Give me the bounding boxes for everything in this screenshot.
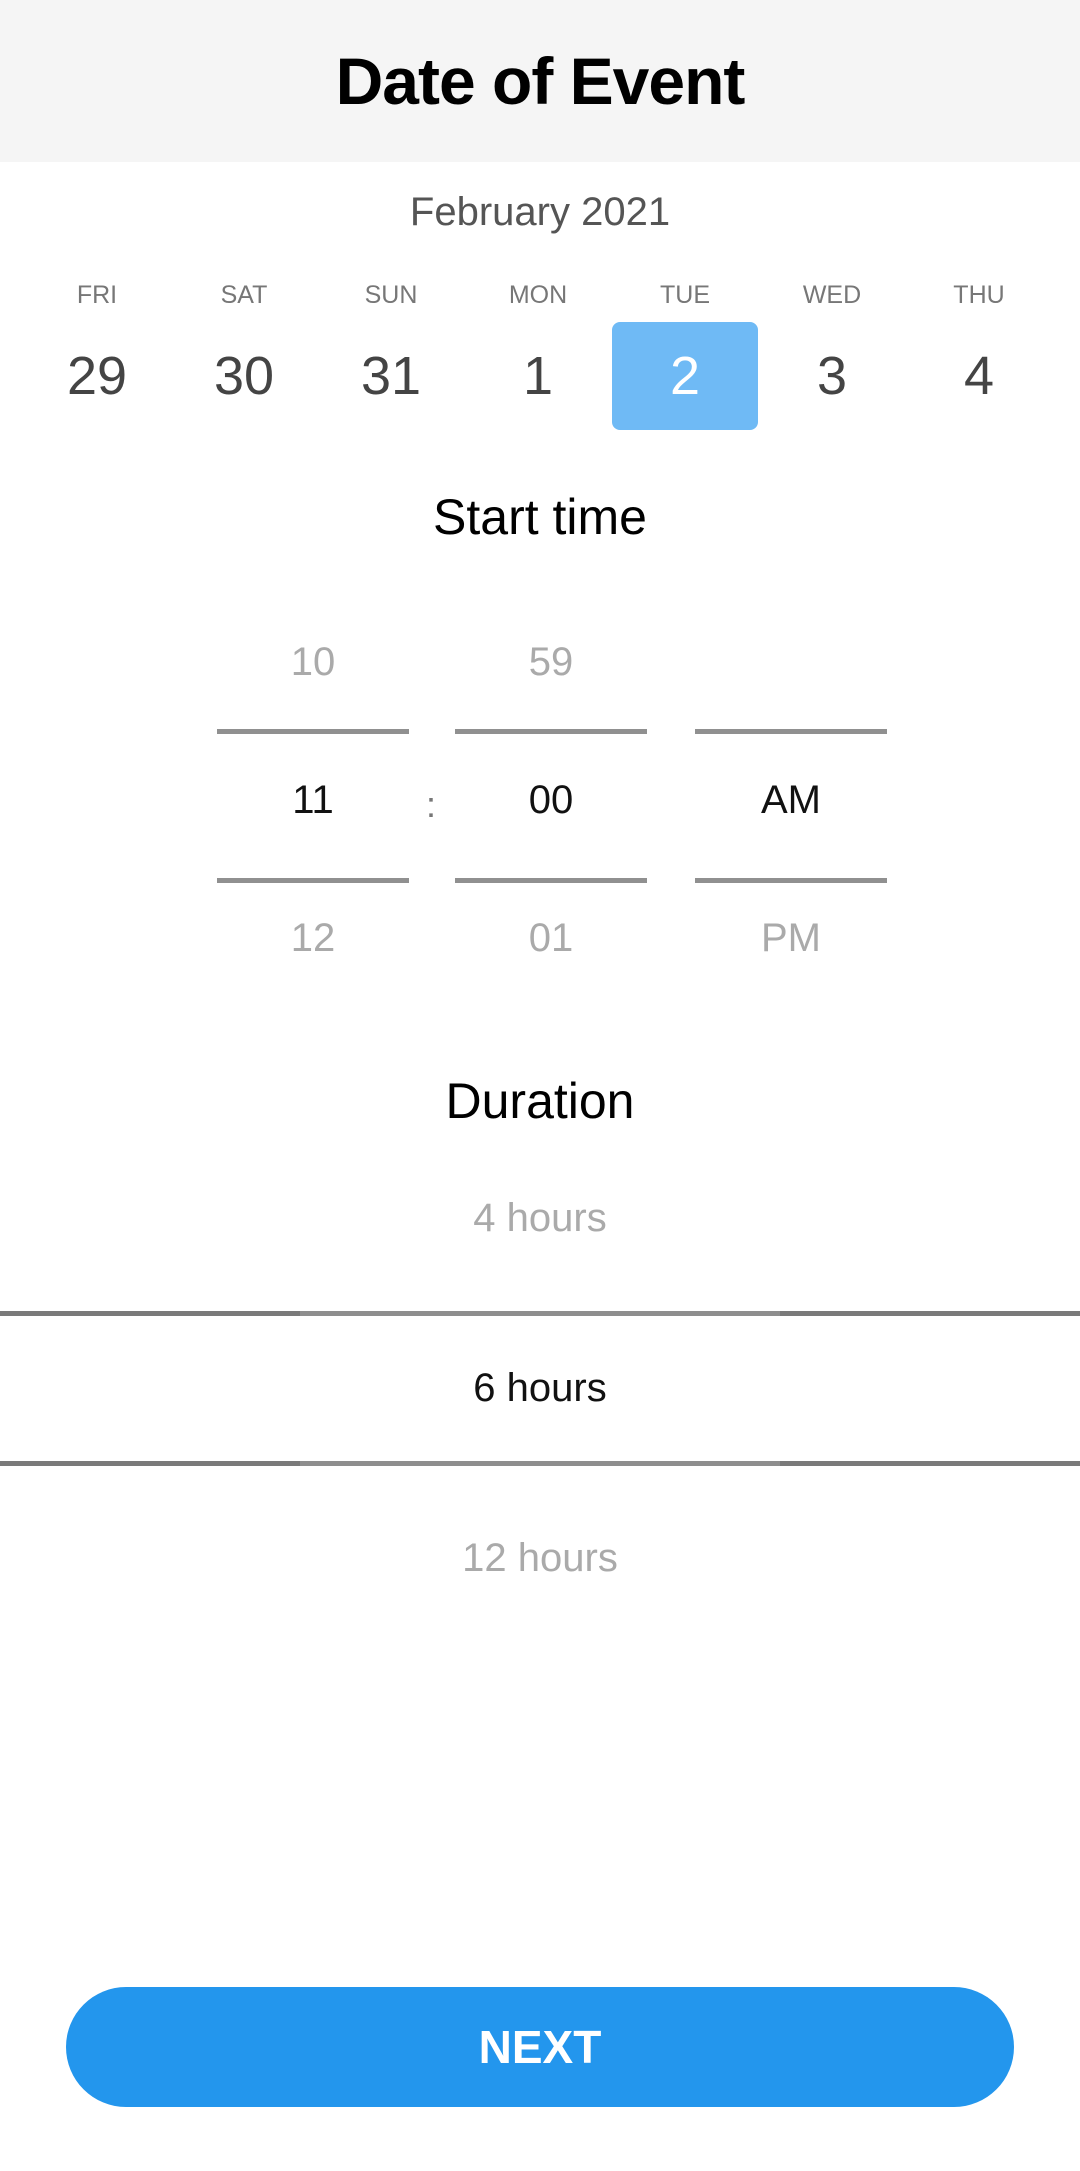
duration-prev[interactable]: 4 hours (0, 1196, 1080, 1241)
day-fri-29[interactable]: FRI 29 (24, 280, 170, 440)
duration-current[interactable]: 6 hours (0, 1366, 1080, 1411)
next-button[interactable]: NEXT (66, 1987, 1014, 2107)
month-label: February 2021 (409, 190, 671, 234)
day-sat-30[interactable]: SAT 30 (171, 280, 317, 440)
minute-picker[interactable]: 59 00 01 (455, 640, 647, 980)
duration-divider-top (0, 1311, 1080, 1316)
day-of-week: SUN (364, 281, 418, 309)
minute-divider-bottom (455, 878, 647, 883)
hour-next[interactable]: 12 (217, 916, 409, 961)
day-number: 1 (522, 346, 554, 406)
hour-picker[interactable]: 10 11 12 (217, 640, 409, 980)
minute-divider-top (455, 729, 647, 734)
duration-title: Duration (445, 1073, 635, 1129)
minute-next[interactable]: 01 (455, 916, 647, 961)
day-of-week: MON (508, 281, 568, 309)
time-separator: : (426, 784, 437, 825)
period-divider-bottom (695, 878, 887, 883)
hour-prev[interactable]: 10 (217, 640, 409, 685)
day-tue-2-selected[interactable]: TUE 2 (612, 280, 758, 440)
day-wed-3[interactable]: WED 3 (759, 280, 905, 440)
day-of-week: SAT (220, 281, 268, 309)
minute-prev[interactable]: 59 (455, 640, 647, 685)
day-number: 30 (213, 346, 275, 406)
day-thu-4[interactable]: THU 4 (906, 280, 1052, 440)
duration-next[interactable]: 12 hours (0, 1536, 1080, 1581)
duration-divider-bottom (0, 1461, 1080, 1466)
day-of-week: WED (802, 281, 862, 309)
day-number: 3 (816, 346, 848, 406)
page-title: Date of Event (335, 44, 746, 118)
day-of-week: THU (953, 281, 1005, 309)
day-number: 31 (360, 346, 422, 406)
period-current[interactable]: AM (695, 778, 887, 823)
hour-divider-top (217, 729, 409, 734)
hour-divider-bottom (217, 878, 409, 883)
period-next[interactable]: PM (695, 916, 887, 961)
minute-current[interactable]: 00 (455, 778, 647, 823)
start-time-title: Start time (433, 489, 647, 545)
period-divider-top (695, 729, 887, 734)
day-mon-1[interactable]: MON 1 (465, 280, 611, 440)
day-number: 29 (66, 346, 128, 406)
day-of-week: FRI (76, 281, 118, 309)
period-picker[interactable]: AM PM (695, 640, 887, 980)
hour-current[interactable]: 11 (217, 778, 409, 823)
day-number: 2 (612, 322, 758, 430)
day-number: 4 (963, 346, 995, 406)
day-sun-31[interactable]: SUN 31 (318, 280, 464, 440)
app-header: Date of Event (0, 0, 1080, 162)
day-of-week: TUE (660, 281, 710, 309)
week-strip: FRI 29 SAT 30 SUN 31 MON 1 TUE 2 WED 3 T… (0, 280, 1080, 440)
